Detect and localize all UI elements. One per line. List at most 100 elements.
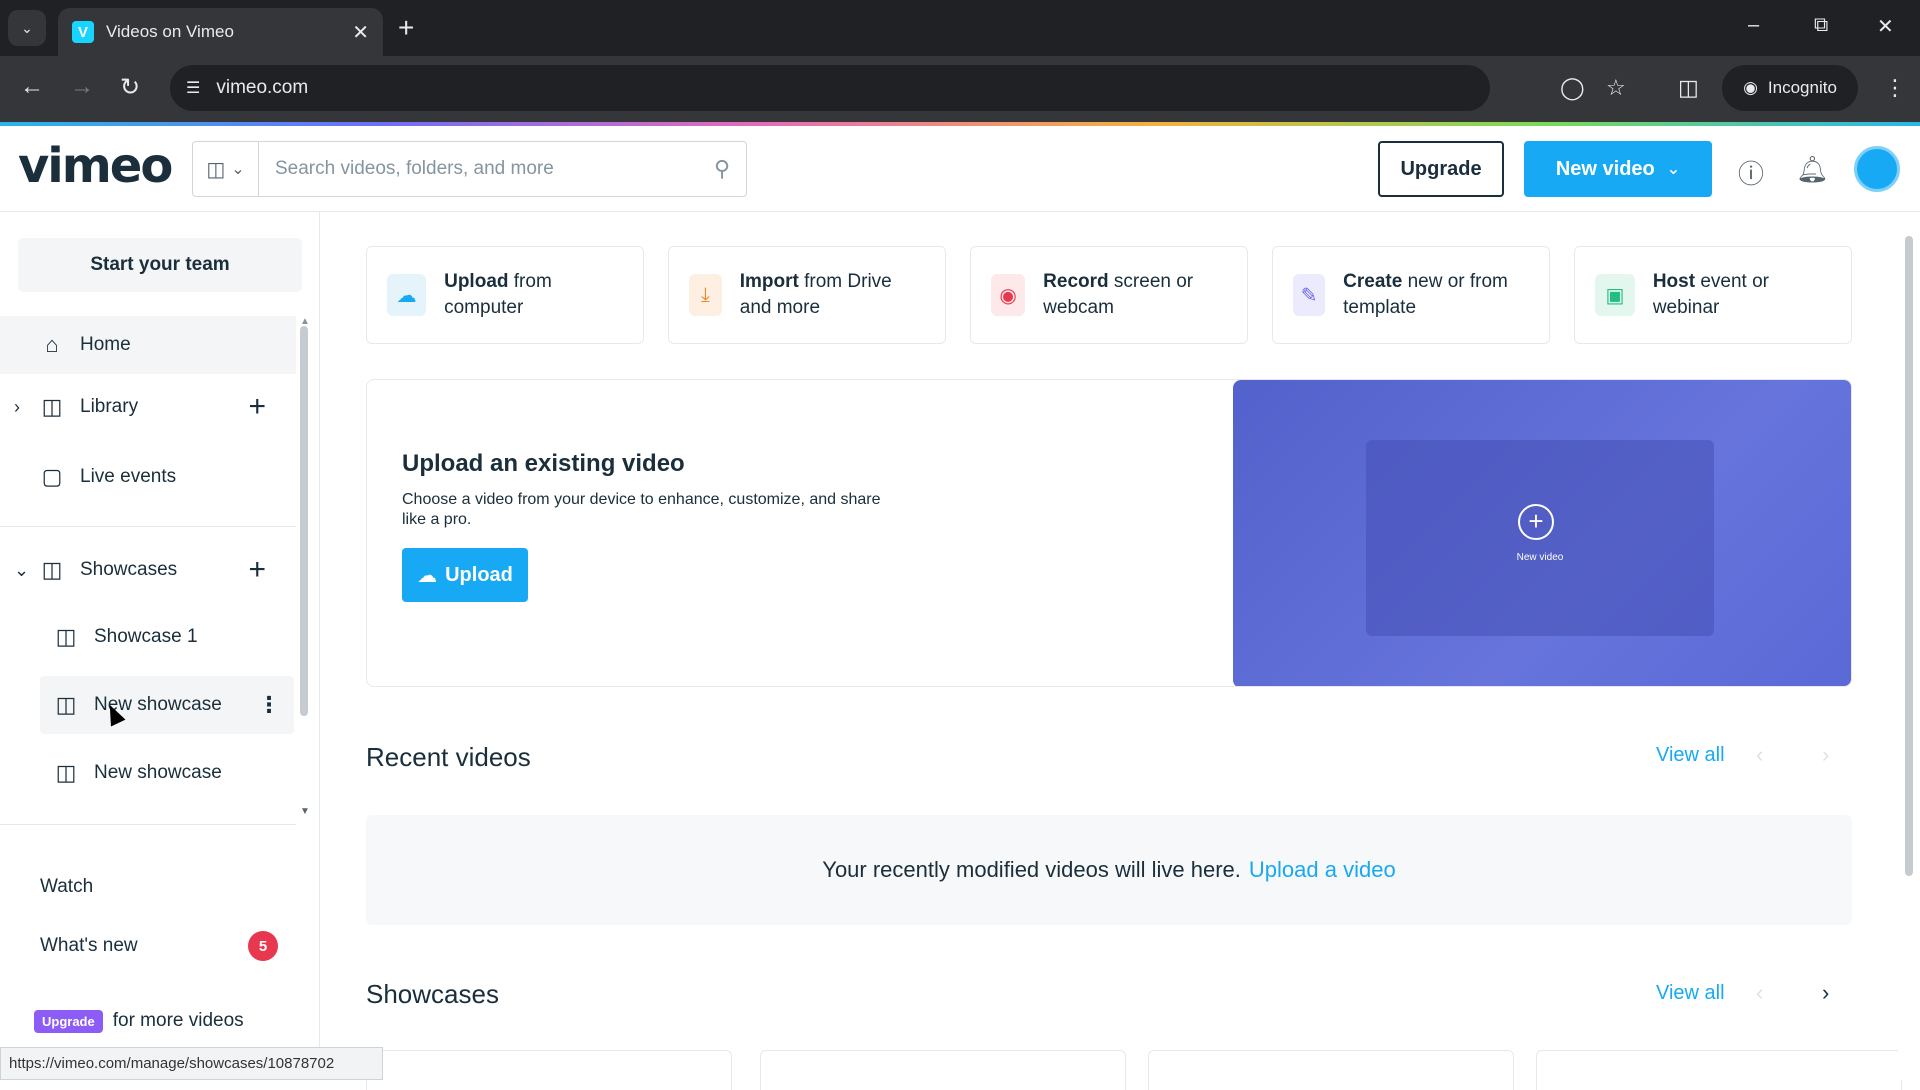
upgrade-pill[interactable]: Upgrade — [34, 1009, 103, 1033]
help-icon[interactable]: ⓘ — [1738, 154, 1764, 191]
upgrade-promo-text: for more videos — [112, 1010, 244, 1031]
browser-toolbar: ← → ↻ ☰ vimeo.com ◯ ☆ ◫ ◉ Incognito ⋮ — [0, 56, 1920, 122]
close-tab-icon[interactable]: ✕ — [352, 20, 369, 45]
side-panel-icon[interactable]: ◫ — [1678, 75, 1699, 101]
quick-action-upload[interactable]: ☁ Upload from computer — [366, 246, 644, 344]
recent-videos-empty-state: Your recently modified videos will live … — [366, 815, 1852, 925]
sidebar-item-library[interactable]: › ◫ Library + — [0, 378, 296, 436]
sidebar-item-label: Library — [80, 396, 139, 417]
incognito-icon: ◉ — [1743, 78, 1758, 97]
search-icon[interactable]: ⚲ — [698, 156, 746, 182]
showcase-icon: ◫ — [55, 760, 77, 785]
add-library-button[interactable]: + — [248, 390, 266, 424]
scroll-up-icon[interactable]: ▲ — [300, 316, 310, 327]
sidebar-scrollbar[interactable] — [300, 326, 308, 716]
empty-state-text: Your recently modified videos will live … — [822, 857, 1241, 882]
library-icon: ◫ — [41, 394, 63, 419]
upgrade-button[interactable]: Upgrade — [1378, 141, 1504, 197]
upload-button[interactable]: ☁ Upload — [402, 548, 528, 602]
illustration-frame: + New video — [1366, 440, 1714, 636]
back-icon[interactable]: ← — [20, 73, 44, 101]
sidebar-item-live-events[interactable]: ▢ Live events — [0, 448, 296, 506]
bookmark-star-icon[interactable]: ☆ — [1606, 75, 1626, 101]
close-window-icon[interactable]: ✕ — [1877, 14, 1894, 39]
chevron-down-icon[interactable]: ⌄ — [14, 560, 29, 581]
upload-hero-card: Upload an existing video Choose a video … — [366, 379, 1852, 687]
chevron-right-icon[interactable]: › — [14, 397, 20, 418]
hero-description: Choose a video from your device to enhan… — [402, 491, 881, 528]
sidebar-item-watch[interactable]: Watch — [0, 858, 296, 916]
search-type-dropdown[interactable]: ◫ ⌄ — [193, 142, 259, 196]
add-showcase-button[interactable]: + — [248, 553, 266, 587]
sidebar-item-label: Live events — [80, 466, 177, 487]
quick-action-import[interactable]: ⤓ Import from Drive and more — [668, 246, 946, 344]
showcases-view-all-link[interactable]: View all — [1656, 982, 1725, 1005]
quick-action-create[interactable]: ✎ Create new or from template — [1272, 246, 1550, 344]
showcase-card[interactable] — [1536, 1050, 1902, 1090]
sidebar-item-label: Showcases — [80, 559, 178, 580]
more-options-icon[interactable]: ⋮ — [258, 692, 280, 718]
new-video-label: New video — [1555, 157, 1655, 180]
quick-action-host[interactable]: ▣ Host event or webinar — [1574, 246, 1852, 344]
sidebar-item-label: New showcase — [94, 762, 222, 783]
camera-icon: ▣ — [1595, 274, 1635, 316]
sidebar-item-showcase[interactable]: ◫ New showcase — [0, 744, 296, 802]
showcase-card[interactable] — [760, 1050, 1126, 1090]
new-video-button[interactable]: New video ⌄ — [1524, 141, 1712, 197]
search-bar: ◫ ⌄ Search videos, folders, and more ⚲ — [192, 141, 747, 197]
showcases-title: Showcases — [366, 979, 499, 1009]
eye-off-icon[interactable]: ◯ — [1560, 75, 1585, 101]
chevron-left-icon[interactable]: ‹ — [1756, 742, 1763, 768]
incognito-label: Incognito — [1767, 78, 1837, 97]
sidebar-item-whats-new[interactable]: What's new 5 — [0, 917, 296, 975]
sidebar-divider — [0, 526, 296, 527]
browser-tab-strip: ⌄ V Videos on Vimeo ✕ + – ⧉ ✕ — [0, 0, 1920, 56]
scroll-down-icon[interactable]: ▼ — [300, 806, 310, 817]
upgrade-promo[interactable]: Upgrade for more videos — [0, 992, 296, 1050]
quick-action-label: Upload from computer — [444, 271, 552, 318]
sidebar-item-home[interactable]: ⌂ Home — [0, 316, 296, 374]
vimeo-header: vimeo ◫ ⌄ Search videos, folders, and mo… — [0, 126, 1920, 212]
search-input[interactable]: Search videos, folders, and more — [259, 158, 698, 180]
sidebar-item-showcases[interactable]: ⌄ ◫ Showcases + — [0, 541, 296, 599]
tab-title: Videos on Vimeo — [106, 22, 234, 41]
upload-video-link[interactable]: Upload a video — [1249, 857, 1396, 883]
chevron-left-icon[interactable]: ‹ — [1756, 980, 1763, 1006]
chevron-right-icon[interactable]: › — [1822, 742, 1829, 768]
showcase-card[interactable] — [366, 1050, 732, 1090]
chevron-right-icon[interactable]: › — [1822, 980, 1829, 1006]
showcase-card[interactable] — [1148, 1050, 1514, 1090]
browser-menu-icon[interactable]: ⋮ — [1884, 75, 1906, 101]
restore-icon[interactable]: ⧉ — [1814, 14, 1828, 37]
tab-search-button[interactable]: ⌄ — [8, 10, 46, 46]
avatar[interactable] — [1854, 146, 1900, 192]
showcase-icon: ◫ — [55, 692, 77, 717]
vimeo-logo[interactable]: vimeo — [18, 138, 173, 194]
quick-action-record[interactable]: ◉ Record screen or webcam — [970, 246, 1248, 344]
page-scrollbar-thumb[interactable] — [1905, 236, 1913, 876]
minimize-icon[interactable]: – — [1748, 14, 1759, 37]
site-info-icon[interactable]: ☰ — [186, 78, 200, 98]
new-tab-button[interactable]: + — [398, 12, 414, 44]
hero-illustration: + New video — [1233, 380, 1851, 686]
forward-icon[interactable]: → — [70, 73, 94, 101]
sidebar-item-showcase[interactable]: ◫ New showcase ⋮ — [40, 676, 294, 734]
download-icon: ⤓ — [689, 274, 722, 316]
address-bar[interactable]: ☰ vimeo.com — [170, 65, 1490, 111]
reload-icon[interactable]: ↻ — [120, 73, 140, 102]
showcase-icon: ◫ — [55, 624, 77, 649]
quick-action-label: Record screen or webcam — [1043, 271, 1194, 318]
incognito-indicator[interactable]: ◉ Incognito — [1722, 65, 1858, 111]
url-text: vimeo.com — [216, 77, 309, 98]
recent-view-all-link[interactable]: View all — [1656, 744, 1725, 767]
sidebar-item-showcase[interactable]: ◫ Showcase 1 — [0, 608, 296, 666]
bell-icon[interactable]: 🔔︎ — [1796, 154, 1829, 185]
main-content: ☁ Upload from computer ⤓ Import from Drive … — [322, 212, 1902, 1090]
video-library-icon: ◫ — [206, 158, 226, 181]
browser-tab[interactable]: V Videos on Vimeo ✕ — [58, 8, 383, 56]
showcase-icon: ◫ — [41, 557, 63, 582]
cloud-upload-icon: ☁ — [417, 564, 438, 587]
start-team-button[interactable]: Start your team — [18, 238, 302, 292]
page-scrollbar[interactable] — [1898, 212, 1920, 1080]
chevron-down-icon: ⌄ — [231, 161, 245, 178]
